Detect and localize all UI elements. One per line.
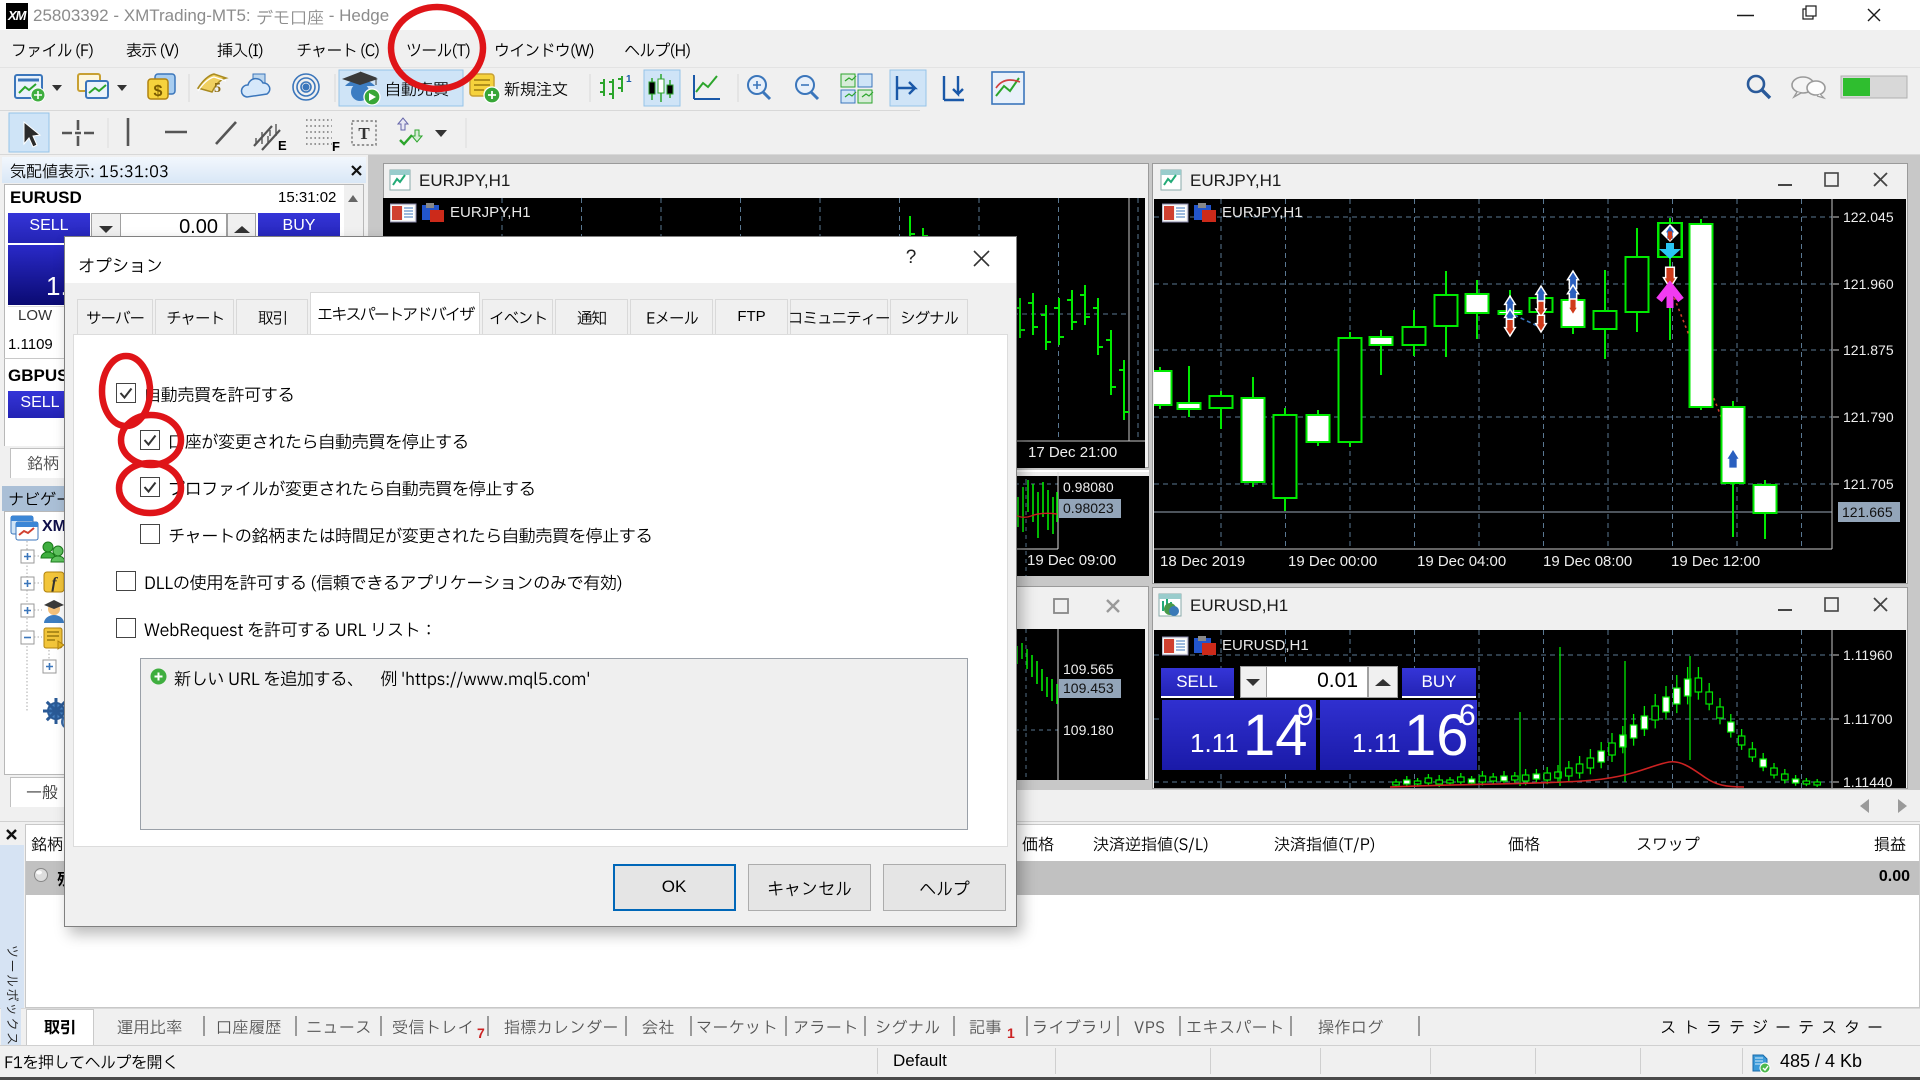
svg-text:E: E bbox=[278, 138, 287, 153]
svg-text:T: T bbox=[358, 124, 370, 143]
svg-text:1: 1 bbox=[626, 74, 632, 85]
svg-text:F: F bbox=[332, 139, 340, 154]
svg-text:$: $ bbox=[154, 83, 163, 100]
svg-text:5: 5 bbox=[214, 81, 221, 96]
